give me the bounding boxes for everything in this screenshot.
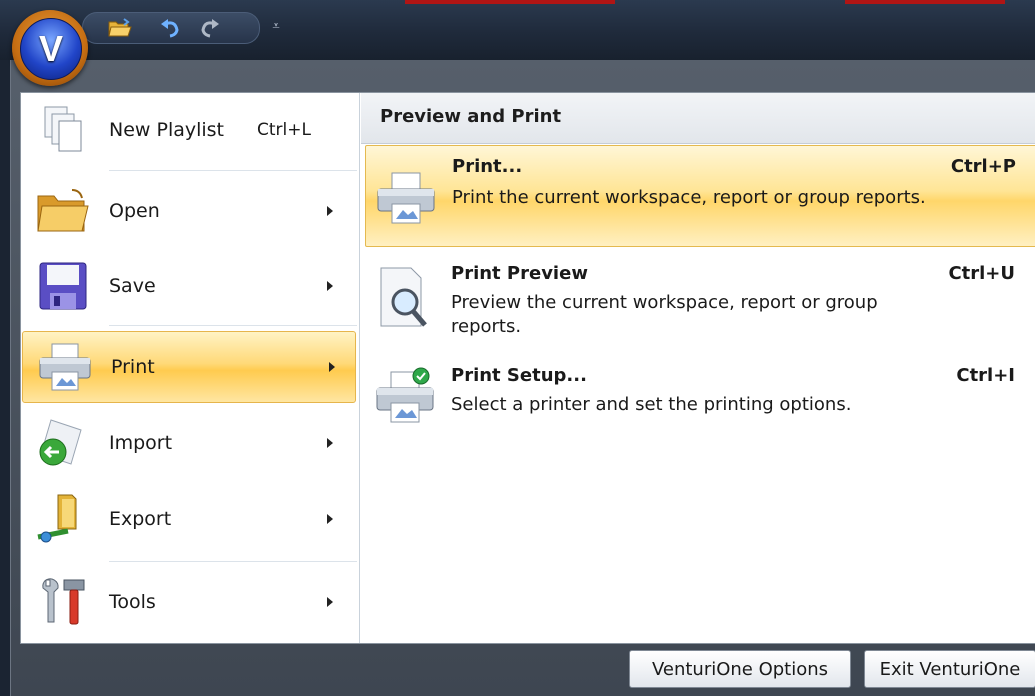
export-icon (35, 491, 91, 547)
new-document-icon (35, 102, 91, 158)
exit-button[interactable]: Exit VenturiOne (864, 650, 1035, 688)
submenu-item-description: Print the current workspace, report or g… (452, 187, 926, 208)
application-window: ⩡ V New Playlist Ctrl+L Open Save Print … (0, 0, 1035, 696)
submenu-panel: Preview and Print Print... Ctrl+P Print … (361, 93, 1035, 643)
tools-icon (35, 574, 91, 630)
submenu-item-print[interactable]: Print... Ctrl+P Print the current worksp… (365, 145, 1035, 247)
quick-access-toolbar (82, 12, 260, 44)
menu-item-save[interactable]: Save (21, 253, 357, 319)
submenu-item-print-setup[interactable]: Print Setup... Ctrl+I Select a printer a… (365, 359, 1035, 439)
submenu-item-title: Print... (452, 156, 523, 177)
printer-icon (374, 166, 438, 230)
menu-item-label: Open (109, 200, 160, 222)
app-logo: V (20, 18, 82, 80)
menu-item-label: Print (111, 356, 155, 378)
submenu-item-description: Preview the current workspace, report or… (451, 292, 878, 337)
submenu-arrow-icon (327, 597, 333, 607)
menu-item-export[interactable]: Export (21, 485, 357, 553)
submenu-item-description: Select a printer and set the printing op… (451, 394, 852, 415)
menu-item-new-playlist[interactable]: New Playlist Ctrl+L (21, 97, 357, 163)
printer-icon (37, 339, 93, 395)
print-preview-icon (373, 267, 437, 331)
menu-item-label: Save (109, 275, 156, 297)
floppy-disk-icon (35, 258, 91, 314)
menu-separator (109, 170, 357, 171)
menu-item-print[interactable]: Print (22, 331, 356, 403)
submenu-item-title: Print Preview (451, 263, 588, 284)
submenu-arrow-icon (329, 362, 335, 372)
submenu-arrow-icon (327, 281, 333, 291)
menu-item-tools[interactable]: Tools (21, 567, 357, 637)
command-list: New Playlist Ctrl+L Open Save Print Impo… (21, 93, 360, 643)
printer-setup-icon (373, 363, 437, 427)
menu-item-import[interactable]: Import (21, 409, 357, 477)
submenu-item-print-preview[interactable]: Print Preview Ctrl+U Preview the current… (365, 255, 1035, 347)
menu-separator (109, 561, 357, 562)
undo-icon (161, 19, 179, 38)
submenu-item-shortcut: Ctrl+I (956, 365, 1015, 386)
quick-undo-button[interactable] (157, 16, 183, 40)
open-folder-icon (35, 183, 91, 239)
application-menu-body: New Playlist Ctrl+L Open Save Print Impo… (20, 92, 1035, 644)
open-folder-icon (108, 18, 132, 37)
quick-redo-button[interactable] (197, 16, 223, 40)
menu-item-label: Export (109, 508, 172, 530)
menu-item-label: Import (109, 432, 173, 454)
submenu-item-shortcut: Ctrl+P (950, 156, 1016, 177)
options-button[interactable]: VenturiOne Options (629, 650, 851, 688)
redo-icon (201, 19, 219, 38)
submenu-arrow-icon (327, 206, 333, 216)
menu-item-label: Tools (109, 591, 156, 613)
application-menu: New Playlist Ctrl+L Open Save Print Impo… (10, 60, 1035, 696)
title-stripe (405, 0, 615, 4)
menu-item-shortcut: Ctrl+L (257, 120, 311, 140)
submenu-header: Preview and Print (361, 93, 1035, 144)
title-bar: ⩡ (0, 0, 1035, 60)
menu-item-open[interactable]: Open (21, 177, 357, 245)
application-menu-button[interactable]: V (12, 10, 88, 86)
import-icon (35, 415, 91, 471)
submenu-header-title: Preview and Print (380, 106, 562, 127)
title-stripe (845, 0, 1005, 4)
submenu-item-title: Print Setup... (451, 365, 587, 386)
customize-toolbar-button[interactable]: ⩡ (268, 16, 284, 38)
menu-item-label: New Playlist (109, 119, 225, 141)
quick-open-button[interactable] (107, 16, 133, 40)
submenu-arrow-icon (327, 514, 333, 524)
submenu-arrow-icon (327, 438, 333, 448)
submenu-item-shortcut: Ctrl+U (948, 263, 1015, 284)
menu-separator (109, 325, 357, 326)
